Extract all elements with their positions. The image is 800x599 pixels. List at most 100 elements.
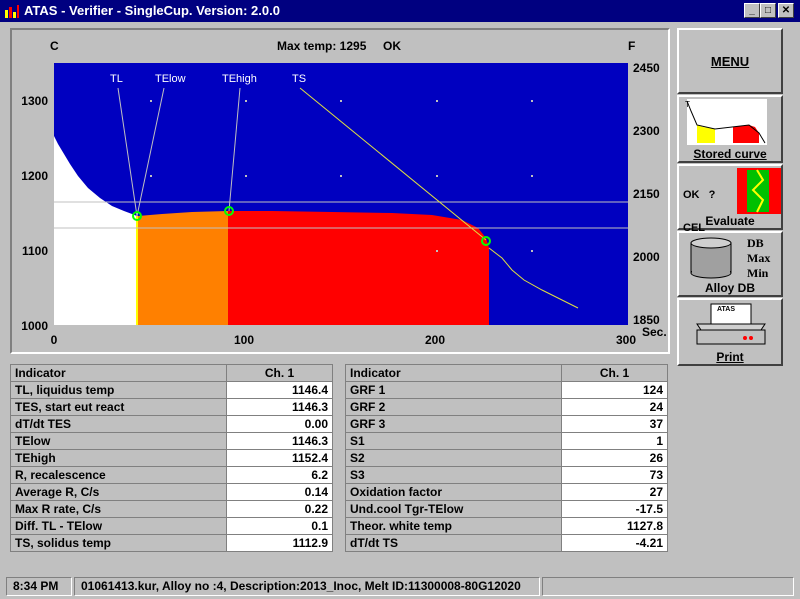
print-label: Print — [716, 350, 744, 364]
right-unit-label: F — [628, 39, 635, 53]
left-unit-label: C — [50, 39, 59, 53]
row-value: 1146.3 — [226, 398, 333, 416]
table-header: Indicator Ch. 1 — [10, 364, 333, 382]
alloy-db-label: Alloy DB — [704, 281, 755, 295]
table-row[interactable]: GRF 2 24 — [345, 398, 668, 416]
status-bar: 8:34 PM 01061413.kur, Alloy no :4, Descr… — [0, 575, 800, 599]
evaluate-line: OK ? — [683, 189, 716, 201]
indicator-table-right: Indicator Ch. 1 GRF 1 124 GRF 2 24 GRF 3 37… — [345, 364, 668, 552]
row-value: -17.5 — [561, 500, 668, 518]
row-label: Max R rate, C/s — [10, 500, 227, 518]
alloy-db-button[interactable]: DB Max Min Alloy DB — [677, 231, 783, 297]
table-row[interactable]: GRF 1 124 — [345, 381, 668, 399]
status-file-info: 01061413.kur, Alloy no :4, Description:2… — [74, 577, 540, 596]
row-value: 26 — [561, 449, 668, 467]
alloy-db-line: DB — [747, 236, 764, 250]
row-label: Oxidation factor — [345, 483, 562, 501]
row-label: dT/dt TES — [10, 415, 227, 433]
row-label: S1 — [345, 432, 562, 450]
alloy-db-info: DB Max Min — [747, 236, 770, 281]
table-row[interactable]: Theor. white temp 1127.8 — [345, 517, 668, 535]
window-title: ATAS - Verifier - SingleCup. Version: 2.… — [24, 3, 280, 18]
header-indicator: Indicator — [345, 364, 562, 382]
stored-curve-button[interactable]: T Stored curve — [677, 95, 783, 163]
cooling-curve-plot: C F Max temp: 1295 OK TL TElow TEhigh TS… — [21, 39, 667, 347]
database-icon — [690, 237, 732, 279]
close-button[interactable]: ✕ — [778, 3, 794, 18]
table-row[interactable]: TElow 1146.3 — [10, 432, 333, 450]
row-label: Und.cool Tgr-TElow — [345, 500, 562, 518]
alloy-db-line: Min — [747, 266, 769, 280]
row-value: 1112.9 — [226, 534, 333, 552]
table-row[interactable]: Oxidation factor 27 — [345, 483, 668, 501]
x-tick: 200 — [425, 333, 445, 347]
left-tick: 1100 — [22, 244, 48, 258]
row-value: 1152.4 — [226, 449, 333, 467]
left-tick: 1000 — [21, 319, 48, 333]
header-channel: Ch. 1 — [561, 364, 668, 382]
row-label: Theor. white temp — [345, 517, 562, 535]
table-row[interactable]: S3 73 — [345, 466, 668, 484]
table-row[interactable]: TS, solidus temp 1112.9 — [10, 534, 333, 552]
table-row[interactable]: dT/dt TES 0.00 — [10, 415, 333, 433]
table-row[interactable]: R, recalescence 6.2 — [10, 466, 333, 484]
table-row[interactable]: TEhigh 1152.4 — [10, 449, 333, 467]
row-value: 0.1 — [226, 517, 333, 535]
table-row[interactable]: TL, liquidus temp 1146.4 — [10, 381, 333, 399]
tl-label: TL — [110, 73, 123, 85]
right-tick: 2300 — [633, 124, 660, 138]
row-label: TES, start eut react — [10, 398, 227, 416]
row-value: 27 — [561, 483, 668, 501]
table-row[interactable]: Max R rate, C/s 0.22 — [10, 500, 333, 518]
x-unit-label: Sec. — [642, 325, 667, 339]
row-value: 37 — [561, 415, 668, 433]
menu-button[interactable]: MENU — [677, 28, 783, 94]
menu-label: MENU — [710, 54, 750, 69]
table-row[interactable]: TES, start eut react 1146.3 — [10, 398, 333, 416]
table-row[interactable]: Diff. TL - TElow 0.1 — [10, 517, 333, 535]
status-empty-pane — [542, 577, 794, 596]
stored-curve-label: Stored curve — [693, 147, 767, 161]
row-value: 6.2 — [226, 466, 333, 484]
alloy-db-line: Max — [747, 251, 771, 265]
title-bar: ATAS - Verifier - SingleCup. Version: 2.… — [0, 0, 800, 22]
row-label: S3 — [345, 466, 562, 484]
row-label: Average R, C/s — [10, 483, 227, 501]
atas-app-icon — [5, 5, 19, 18]
row-label: S2 — [345, 449, 562, 467]
tehigh-label: TEhigh — [222, 73, 257, 85]
right-tick: 2450 — [633, 61, 660, 75]
header-channel: Ch. 1 — [226, 364, 333, 382]
row-value: 124 — [561, 381, 668, 399]
row-label: Diff. TL - TElow — [10, 517, 227, 535]
right-tick: 2000 — [633, 250, 660, 264]
table-row[interactable]: S2 26 — [345, 449, 668, 467]
right-tick: 2150 — [633, 187, 660, 201]
table-row[interactable]: Average R, C/s 0.14 — [10, 483, 333, 501]
table-row[interactable]: dT/dt TS -4.21 — [345, 534, 668, 552]
minimize-button[interactable]: _ — [744, 3, 760, 18]
table-row[interactable]: S1 1 — [345, 432, 668, 450]
row-value: 1146.3 — [226, 432, 333, 450]
print-button[interactable]: ATAS Print — [677, 298, 783, 366]
row-label: TL, liquidus temp — [10, 381, 227, 399]
evaluate-button[interactable]: OK ? CEL C Si Evaluate — [677, 164, 783, 300]
left-axis: 1300 1200 1100 1000 — [21, 94, 48, 333]
indicator-table-left: Indicator Ch. 1 TL, liquidus temp 1146.4 … — [10, 364, 333, 552]
row-value: 1127.8 — [561, 517, 668, 535]
row-value: 0.22 — [226, 500, 333, 518]
row-value: 1146.4 — [226, 381, 333, 399]
table-header: Indicator Ch. 1 — [345, 364, 668, 382]
table-row[interactable]: GRF 3 37 — [345, 415, 668, 433]
maximize-button[interactable]: □ — [760, 3, 776, 18]
svg-text:T: T — [685, 100, 690, 109]
row-value: 24 — [561, 398, 668, 416]
x-axis: 0 100 200 300 — [51, 333, 637, 347]
x-tick: 300 — [616, 333, 636, 347]
x-tick: 100 — [234, 333, 254, 347]
status-time: 8:34 PM — [6, 577, 72, 596]
left-tick: 1300 — [21, 94, 48, 108]
header-indicator: Indicator — [10, 364, 227, 382]
table-row[interactable]: Und.cool Tgr-TElow -17.5 — [345, 500, 668, 518]
row-label: GRF 1 — [345, 381, 562, 399]
